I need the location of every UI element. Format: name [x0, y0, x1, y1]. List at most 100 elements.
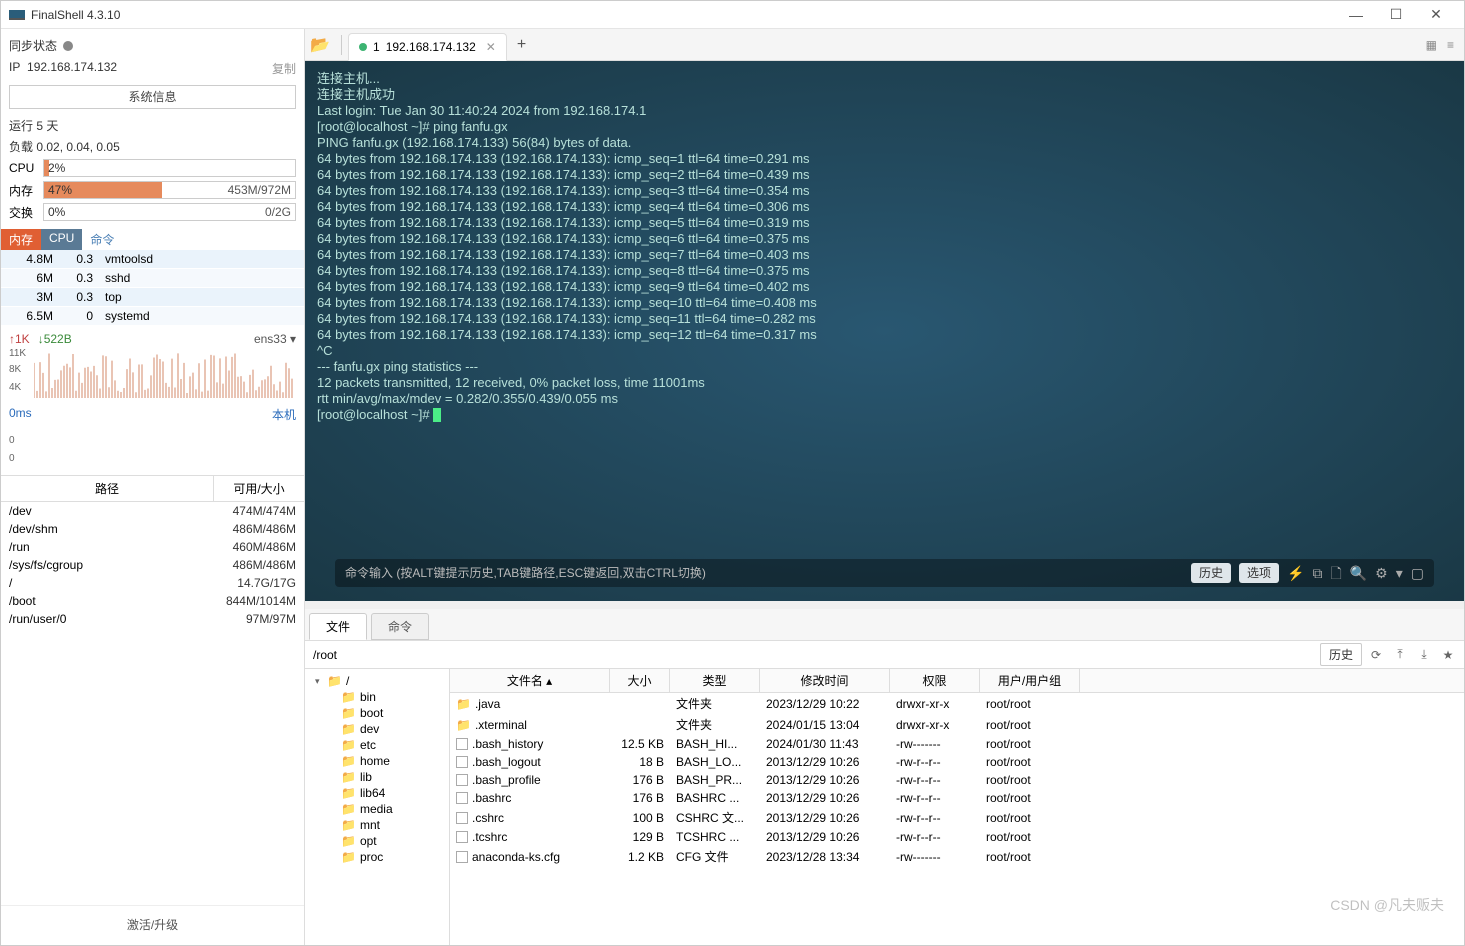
net-interface-select[interactable]: ens33 ▾ — [254, 332, 296, 346]
swap-value: 0/2G — [265, 205, 291, 219]
tab-title: 192.168.174.132 — [386, 40, 476, 54]
file-row[interactable]: .cshrc100 BCSHRC 文...2013/12/29 10:26-rw… — [450, 807, 1464, 828]
file-row[interactable]: .tcshrc129 BTCSHRC ...2013/12/29 10:26-r… — [450, 828, 1464, 846]
network-stats: ↑1K ↓522B ens33 ▾ — [1, 326, 304, 346]
tree-item[interactable]: 📁opt — [305, 833, 449, 849]
upload-icon[interactable]: ⤒ — [1390, 647, 1410, 662]
swap-label: 交换 — [9, 204, 39, 221]
mem-label: 内存 — [9, 182, 39, 199]
process-list: 4.8M0.3vmtoolsd6M0.3sshd3M0.3top6.5M0sys… — [1, 250, 304, 326]
file-row[interactable]: 📁.java文件夹2023/12/29 10:22drwxr-xr-xroot/… — [450, 693, 1464, 714]
col-perm[interactable]: 权限 — [890, 669, 980, 692]
file-row[interactable]: .bash_history12.5 KBBASH_HI...2024/01/30… — [450, 735, 1464, 753]
maximize-button[interactable]: ☐ — [1376, 6, 1416, 23]
bottom-tabs: 文件 命令 — [305, 609, 1464, 641]
close-button[interactable]: ✕ — [1416, 6, 1456, 23]
cpu-label: CPU — [9, 161, 39, 175]
bolt-icon[interactable]: ⚡ — [1287, 565, 1304, 581]
list-view-icon[interactable]: ≡ — [1447, 38, 1454, 52]
proc-head-cmd[interactable]: 命令 — [82, 229, 122, 250]
close-tab-icon[interactable]: ✕ — [486, 40, 496, 54]
download-icon[interactable]: ⤓ — [1414, 647, 1434, 662]
process-row[interactable]: 4.8M0.3vmtoolsd — [1, 250, 304, 269]
pathbar: 历史 ⟳ ⤒ ⤓ ★ — [305, 641, 1464, 669]
horizontal-splitter[interactable] — [305, 601, 1464, 609]
options-button[interactable]: 选项 — [1239, 563, 1279, 583]
folder-tree[interactable]: ▾📁/📁bin📁boot📁dev📁etc📁home📁lib📁lib64📁medi… — [305, 669, 450, 945]
tree-item[interactable]: 📁home — [305, 753, 449, 769]
sync-status-dot — [63, 41, 73, 51]
net-download: ↓522B — [38, 332, 72, 346]
tree-item[interactable]: 📁media — [305, 801, 449, 817]
history-button[interactable]: 历史 — [1191, 563, 1231, 583]
tree-item[interactable]: ▾📁/ — [305, 673, 449, 689]
swap-row: 交换 0% 0/2G — [1, 201, 304, 223]
col-date[interactable]: 修改时间 — [760, 669, 890, 692]
col-type[interactable]: 类型 — [670, 669, 760, 692]
cpu-pct: 2% — [48, 161, 65, 175]
disk-head-size: 可用/大小 — [214, 476, 304, 501]
tree-item[interactable]: 📁lib64 — [305, 785, 449, 801]
tree-item[interactable]: 📁etc — [305, 737, 449, 753]
process-row[interactable]: 3M0.3top — [1, 288, 304, 307]
expand-icon[interactable]: ▾ — [1396, 565, 1403, 581]
copy-button[interactable]: 复制 — [272, 60, 296, 77]
tree-item[interactable]: 📁mnt — [305, 817, 449, 833]
grid-view-icon[interactable]: ▦ — [1426, 38, 1437, 52]
path-input[interactable] — [311, 644, 1316, 666]
tree-item[interactable]: 📁proc — [305, 849, 449, 865]
disk-row[interactable]: /dev474M/474M — [1, 502, 304, 520]
latency-local[interactable]: 本机 — [272, 406, 296, 423]
col-size[interactable]: 大小 — [610, 669, 670, 692]
disk-row[interactable]: /dev/shm486M/486M — [1, 520, 304, 538]
tree-item[interactable]: 📁bin — [305, 689, 449, 705]
tab-commands[interactable]: 命令 — [371, 613, 429, 640]
disk-row[interactable]: /run/user/097M/97M — [1, 610, 304, 628]
process-row[interactable]: 6M0.3sshd — [1, 269, 304, 288]
file-row[interactable]: .bashrc176 BBASHRC ...2013/12/29 10:26-r… — [450, 789, 1464, 807]
disk-row[interactable]: /14.7G/17G — [1, 574, 304, 592]
disk-row[interactable]: /run460M/486M — [1, 538, 304, 556]
disk-row[interactable]: /boot844M/1014M — [1, 592, 304, 610]
tab-files[interactable]: 文件 — [309, 613, 367, 640]
disk-row[interactable]: /sys/fs/cgroup486M/486M — [1, 556, 304, 574]
file-row[interactable]: 📁.xterminal文件夹2024/01/15 13:04drwxr-xr-x… — [450, 714, 1464, 735]
paste-icon[interactable]: 🗋 — [1330, 565, 1341, 581]
process-header: 内存 CPU 命令 — [1, 227, 304, 250]
file-row[interactable]: .bash_profile176 BBASH_PR...2013/12/29 1… — [450, 771, 1464, 789]
activate-button[interactable]: 激活/升级 — [1, 905, 304, 945]
cpu-row: CPU 2% — [1, 157, 304, 179]
session-manager-icon[interactable]: 📂 — [305, 35, 335, 55]
settings-icon[interactable]: ⚙ — [1375, 565, 1388, 581]
proc-head-cpu[interactable]: CPU — [41, 229, 82, 250]
file-row[interactable]: .bash_logout18 BBASH_LO...2013/12/29 10:… — [450, 753, 1464, 771]
process-row[interactable]: 6.5M0systemd — [1, 307, 304, 326]
tree-item[interactable]: 📁boot — [305, 705, 449, 721]
terminal[interactable]: 连接主机... 连接主机成功 Last login: Tue Jan 30 11… — [305, 61, 1464, 601]
file-row[interactable]: anaconda-ks.cfg1.2 KBCFG 文件2023/12/28 13… — [450, 846, 1464, 867]
command-input[interactable]: 命令输入 (按ALT键提示历史,TAB键路径,ESC键返回,双击CTRL切换) — [345, 565, 1183, 581]
latency-graph: 0 0 — [9, 425, 296, 469]
tabbar: 📂 1 192.168.174.132 ✕ + ▦ ≡ — [305, 29, 1464, 61]
col-user[interactable]: 用户/用户组 — [980, 669, 1080, 692]
proc-head-mem[interactable]: 内存 — [1, 229, 41, 250]
mem-meter: 47% 453M/972M — [43, 181, 296, 199]
swap-meter: 0% 0/2G — [43, 203, 296, 221]
tree-item[interactable]: 📁lib — [305, 769, 449, 785]
add-tab-button[interactable]: + — [507, 36, 536, 54]
fullscreen-icon[interactable]: ▢ — [1411, 565, 1424, 581]
search-icon[interactable]: 🔍 — [1350, 565, 1367, 581]
tree-item[interactable]: 📁dev — [305, 721, 449, 737]
col-name[interactable]: 文件名 ▴ — [450, 669, 610, 692]
bookmark-icon[interactable]: ★ — [1438, 648, 1458, 662]
system-info-button[interactable]: 系统信息 — [9, 85, 296, 109]
left-panel: 同步状态 IP 192.168.174.132 复制 系统信息 运行 5 天 负… — [1, 29, 305, 945]
right-panel: 📂 1 192.168.174.132 ✕ + ▦ ≡ 连接主机... 连接主机… — [305, 29, 1464, 945]
minimize-button[interactable]: — — [1336, 7, 1376, 23]
refresh-icon[interactable]: ⟳ — [1366, 648, 1386, 662]
mem-pct: 47% — [48, 183, 72, 197]
ip-label: IP — [9, 60, 20, 77]
path-history-button[interactable]: 历史 — [1320, 643, 1362, 666]
session-tab[interactable]: 1 192.168.174.132 ✕ — [348, 33, 507, 61]
copy-icon[interactable]: ⧉ — [1312, 565, 1322, 581]
